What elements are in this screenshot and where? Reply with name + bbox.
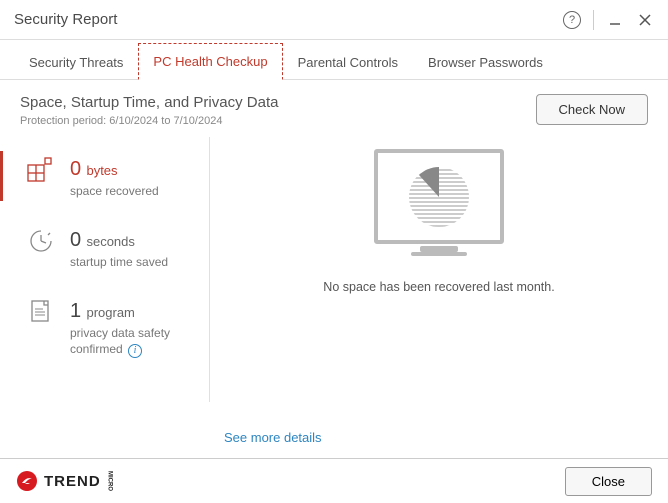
stat-space-value: 0 (70, 158, 81, 180)
close-icon[interactable] (636, 11, 654, 29)
trend-micro-logo: TREND MICRO (16, 470, 113, 492)
tab-browser-passwords[interactable]: Browser Passwords (413, 44, 558, 80)
tab-bar: Security Threats PC Health Checkup Paren… (0, 40, 668, 80)
logo-icon (16, 470, 38, 492)
help-icon[interactable]: ? (563, 11, 581, 29)
header-controls: ? (563, 10, 654, 30)
check-now-button[interactable]: Check Now (536, 94, 648, 125)
status-column: No space has been recovered last month. (210, 137, 668, 402)
content-header-text: Space, Startup Time, and Privacy Data Pr… (20, 94, 278, 127)
stat-privacy-desc: privacy data safety confirmed (70, 326, 170, 357)
see-more-details-link[interactable]: See more details (224, 430, 322, 445)
status-message: No space has been recovered last month. (323, 280, 554, 294)
document-icon (26, 297, 56, 327)
stat-startup-desc: startup time saved (70, 255, 168, 269)
stat-space: 0 bytes space recovered (26, 155, 209, 200)
content-title: Space, Startup Time, and Privacy Data (20, 94, 278, 111)
content-header: Space, Startup Time, and Privacy Data Pr… (0, 80, 668, 137)
window-title: Security Report (14, 11, 117, 28)
window-header: Security Report ? (0, 0, 668, 40)
stat-space-desc: space recovered (70, 184, 159, 198)
clock-icon (26, 226, 56, 256)
stat-privacy: 1 program privacy data safety confirmed … (26, 297, 209, 359)
stat-startup-text: 0 seconds startup time saved (70, 226, 168, 271)
protection-period: Protection period: 6/10/2024 to 7/10/202… (20, 115, 278, 127)
monitor-base (411, 252, 467, 256)
minimize-icon[interactable] (606, 11, 624, 29)
tab-security-threats[interactable]: Security Threats (14, 44, 138, 80)
close-button[interactable]: Close (565, 467, 652, 496)
monitor-illustration (374, 149, 504, 244)
divider (593, 10, 594, 30)
stat-privacy-value: 1 (70, 300, 81, 322)
main-body: 0 bytes space recovered 0 seconds startu… (0, 137, 668, 402)
info-icon[interactable]: i (128, 344, 142, 358)
stat-startup: 0 seconds startup time saved (26, 226, 209, 271)
pie-chart-icon (402, 160, 476, 234)
stat-space-unit: bytes (86, 163, 117, 178)
logo-text: TREND (44, 473, 101, 490)
stats-column: 0 bytes space recovered 0 seconds startu… (0, 137, 210, 402)
stat-privacy-text: 1 program privacy data safety confirmed … (70, 297, 209, 359)
stat-privacy-unit: program (86, 305, 134, 320)
stat-space-text: 0 bytes space recovered (70, 155, 159, 200)
stat-startup-value: 0 (70, 229, 81, 251)
tab-parental-controls[interactable]: Parental Controls (283, 44, 413, 80)
stat-startup-unit: seconds (86, 234, 134, 249)
footer: TREND MICRO Close (0, 458, 668, 503)
logo-subtext: MICRO (107, 471, 113, 491)
grid-icon (26, 155, 56, 185)
tab-pc-health-checkup[interactable]: PC Health Checkup (138, 43, 282, 80)
